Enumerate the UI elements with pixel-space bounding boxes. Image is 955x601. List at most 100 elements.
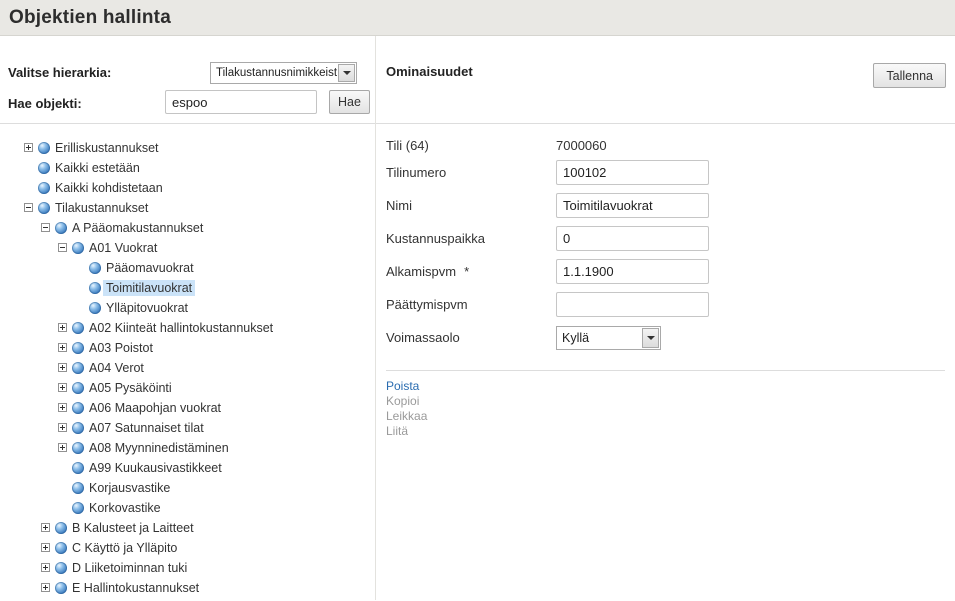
- tree-item[interactable]: A02 Kiinteät hallintokustannukset: [0, 318, 375, 338]
- tree-item-label[interactable]: Erilliskustannukset: [52, 140, 162, 156]
- tree-item-label[interactable]: Tilakustannukset: [52, 200, 151, 216]
- tree-item[interactable]: Ylläpitovuokrat: [0, 298, 375, 318]
- tree-node-sphere-icon: [54, 518, 69, 538]
- expand-plus-icon[interactable]: [56, 318, 71, 338]
- action-link-poista[interactable]: Poista: [386, 379, 945, 394]
- field-input-kustannuspaikka[interactable]: [556, 226, 709, 251]
- tree-item[interactable]: A Pääomakustannukset: [0, 218, 375, 238]
- tree-item[interactable]: Erilliskustannukset: [0, 138, 375, 158]
- tree-item[interactable]: A07 Satunnaiset tilat: [0, 418, 375, 438]
- tree-node-sphere-icon: [71, 458, 86, 478]
- properties-panel: Ominaisuudet Tallenna Tili (64)7000060 Ti…: [376, 36, 955, 600]
- field-label: Alkamispvm*: [386, 264, 556, 279]
- expand-plus-icon[interactable]: [56, 418, 71, 438]
- tree-item[interactable]: Korjausvastike: [0, 478, 375, 498]
- expand-plus-icon[interactable]: [56, 438, 71, 458]
- search-input[interactable]: [165, 90, 317, 114]
- tree-item-label[interactable]: Korkovastike: [86, 500, 164, 516]
- tree-item[interactable]: B Kalusteet ja Laitteet: [0, 518, 375, 538]
- expand-plus-icon[interactable]: [56, 358, 71, 378]
- expander-spacer: [73, 298, 88, 318]
- tree-item[interactable]: A04 Verot: [0, 358, 375, 378]
- tree-item[interactable]: D Liiketoiminnan tuki: [0, 558, 375, 578]
- tree-item-label[interactable]: A06 Maapohjan vuokrat: [86, 400, 224, 416]
- tree-node-sphere-icon: [37, 178, 52, 198]
- tree-item[interactable]: Kaikki estetään: [0, 158, 375, 178]
- collapse-minus-icon[interactable]: [22, 198, 37, 218]
- hierarchy-select-value: Tilakustannusnimikkeistö: [211, 63, 337, 83]
- tree-item-label[interactable]: A08 Myynninedistäminen: [86, 440, 232, 456]
- expand-plus-icon[interactable]: [56, 398, 71, 418]
- tree-node-sphere-icon: [88, 298, 103, 318]
- tree-item-label[interactable]: A05 Pysäköinti: [86, 380, 175, 396]
- tree-item[interactable]: A03 Poistot: [0, 338, 375, 358]
- tree-item-label[interactable]: A Pääomakustannukset: [69, 220, 206, 236]
- tree-item-label[interactable]: A04 Verot: [86, 360, 147, 376]
- tree-item-label[interactable]: D Liiketoiminnan tuki: [69, 560, 190, 576]
- tree-item-label[interactable]: A03 Poistot: [86, 340, 156, 356]
- tree-item-label[interactable]: A02 Kiinteät hallintokustannukset: [86, 320, 276, 336]
- action-link-leikkaa: Leikkaa: [386, 409, 945, 424]
- save-button[interactable]: Tallenna: [873, 63, 946, 88]
- tree-item-label[interactable]: Toimitilavuokrat: [103, 280, 195, 296]
- tree-node-sphere-icon: [71, 378, 86, 398]
- tree-item[interactable]: A06 Maapohjan vuokrat: [0, 398, 375, 418]
- form-row: Alkamispvm*: [386, 259, 945, 284]
- tree-item-label[interactable]: Korjausvastike: [86, 480, 173, 496]
- tree-node-sphere-icon: [37, 138, 52, 158]
- content-area: Valitse hierarkia: Tilakustannusnimikkei…: [0, 36, 955, 600]
- tree-item-label[interactable]: Pääomavuokrat: [103, 260, 197, 276]
- tree-item[interactable]: E Hallintokustannukset: [0, 578, 375, 598]
- tree-item-label[interactable]: A01 Vuokrat: [86, 240, 160, 256]
- tree-item[interactable]: A05 Pysäköinti: [0, 378, 375, 398]
- field-input-paattymispvm[interactable]: [556, 292, 709, 317]
- expand-plus-icon[interactable]: [56, 338, 71, 358]
- tree-item[interactable]: Tilakustannukset: [0, 198, 375, 218]
- tree-item[interactable]: Korkovastike: [0, 498, 375, 518]
- tree-item[interactable]: A01 Vuokrat: [0, 238, 375, 258]
- tree-item-label[interactable]: B Kalusteet ja Laitteet: [69, 520, 197, 536]
- tree-item-label[interactable]: Kaikki estetään: [52, 160, 143, 176]
- field-input-nimi[interactable]: [556, 193, 709, 218]
- tree-item-label[interactable]: A07 Satunnaiset tilat: [86, 420, 207, 436]
- tree-item[interactable]: A08 Myynninedistäminen: [0, 438, 375, 458]
- tree-item-label[interactable]: Kaikki kohdistetaan: [52, 180, 166, 196]
- object-actions: PoistaKopioiLeikkaaLiitä: [386, 370, 945, 439]
- field-label-text: Tilinumero: [386, 165, 446, 180]
- collapse-minus-icon[interactable]: [56, 238, 71, 258]
- tree-item[interactable]: A99 Kuukausivastikkeet: [0, 458, 375, 478]
- collapse-minus-icon[interactable]: [39, 218, 54, 238]
- tree-node-sphere-icon: [88, 278, 103, 298]
- tree-item-label[interactable]: Ylläpitovuokrat: [103, 300, 191, 316]
- properties-header: Ominaisuudet Tallenna: [376, 36, 955, 124]
- expand-plus-icon[interactable]: [39, 538, 54, 558]
- tree-node-sphere-icon: [71, 478, 86, 498]
- form-row: Tili (64)7000060: [386, 134, 945, 156]
- expand-plus-icon[interactable]: [39, 578, 54, 598]
- tree-item[interactable]: Kaikki kohdistetaan: [0, 178, 375, 198]
- expand-plus-icon[interactable]: [39, 558, 54, 578]
- form-row: Tilinumero: [386, 160, 945, 185]
- tree-item[interactable]: Toimitilavuokrat: [0, 278, 375, 298]
- tree-node-sphere-icon: [37, 158, 52, 178]
- tree-node-sphere-icon: [71, 338, 86, 358]
- required-mark: *: [464, 264, 469, 279]
- tree-item-label[interactable]: C Käyttö ja Ylläpito: [69, 540, 180, 556]
- field-input-tilinumero[interactable]: [556, 160, 709, 185]
- tree-item-label[interactable]: E Hallintokustannukset: [69, 580, 202, 596]
- tree-item[interactable]: C Käyttö ja Ylläpito: [0, 538, 375, 558]
- field-select-voimassaolo[interactable]: Kyllä: [556, 326, 661, 350]
- hierarchy-select[interactable]: Tilakustannusnimikkeistö: [210, 62, 357, 84]
- expand-plus-icon[interactable]: [22, 138, 37, 158]
- field-label: Voimassaolo: [386, 330, 556, 345]
- tree-item-label[interactable]: A99 Kuukausivastikkeet: [86, 460, 225, 476]
- tree-node-sphere-icon: [54, 538, 69, 558]
- field-label: Päättymispvm: [386, 297, 556, 312]
- expander-spacer: [56, 478, 71, 498]
- field-input-alkamispvm[interactable]: [556, 259, 709, 284]
- expand-plus-icon[interactable]: [56, 378, 71, 398]
- expand-plus-icon[interactable]: [39, 518, 54, 538]
- tree-item[interactable]: Pääomavuokrat: [0, 258, 375, 278]
- search-button[interactable]: Hae: [329, 90, 370, 114]
- hierarchy-label: Valitse hierarkia:: [8, 65, 111, 80]
